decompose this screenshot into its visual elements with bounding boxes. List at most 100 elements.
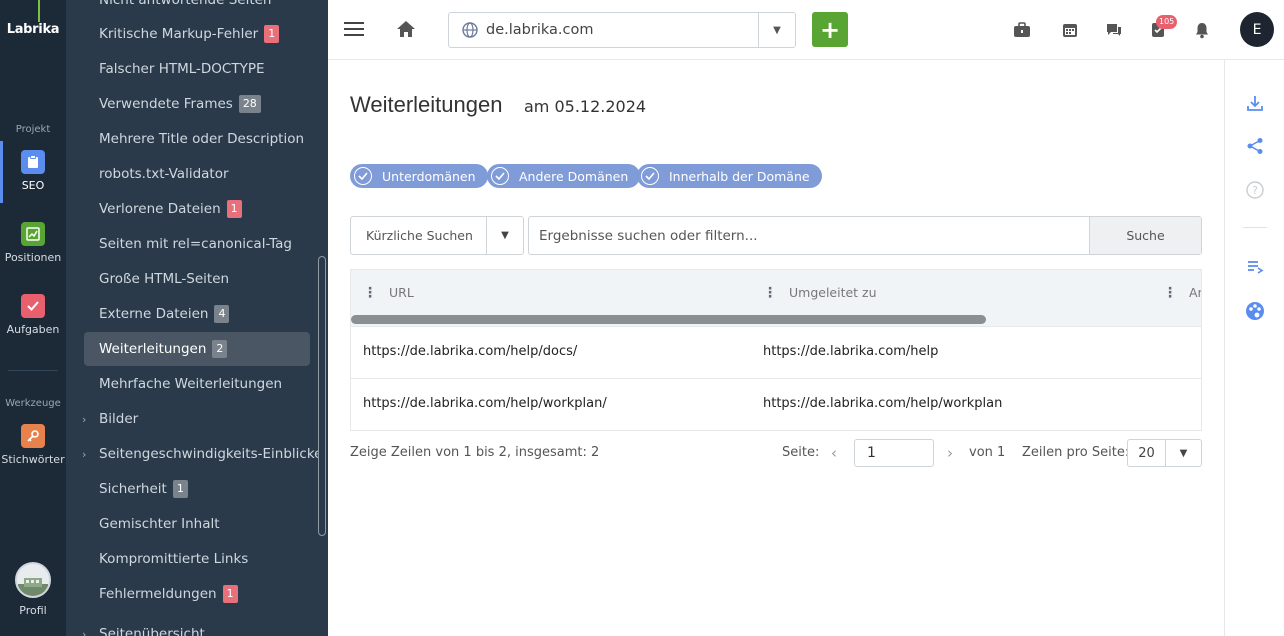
submenu-item-label: Mehrere Title oder Description [99,131,305,147]
chat-icon[interactable] [1104,20,1124,40]
rail-item-positionen[interactable]: Positionen [0,222,66,264]
check-circle-icon [641,167,659,185]
submenu-item-label: Kritische Markup-Fehler [99,26,259,42]
column-header-url[interactable]: ⋮ URL [363,285,414,300]
submenu-item-label: Sicherheit [99,481,167,497]
submenu-item[interactable]: robots.txt-Validator [84,157,310,191]
chevron-down-icon[interactable]: ▼ [1166,448,1201,459]
submenu-item-weiterleitungen[interactable]: Weiterleitungen 2 [84,332,310,366]
submenu-item[interactable]: Mehrfache Weiterleitungen [84,367,310,401]
rows-per-page-label: Zeilen pro Seite: [1022,445,1130,460]
submenu-item[interactable]: Seiten mit rel=canonical-Tag [84,227,310,261]
check-circle-icon [491,167,509,185]
share-icon[interactable] [1245,136,1265,156]
bell-icon[interactable] [1192,20,1212,40]
column-menu-icon[interactable]: ⋮ [763,286,777,300]
cell-url[interactable]: https://de.labrika.com/help/workplan/ [363,396,607,411]
column-header-label: Umgeleitet zu [789,285,877,300]
submenu-item[interactable]: Externe Dateien 4 [84,297,310,331]
submenu-item[interactable]: Gemischter Inhalt [84,507,310,541]
profile-avatar [15,562,51,598]
chevron-down-icon[interactable]: ▼ [487,230,523,241]
submenu-item[interactable]: Kompromittierte Links [84,542,310,576]
table-horizontal-scrollbar[interactable] [351,315,986,324]
filter-chip-andere-domaenen[interactable]: Andere Domänen [487,164,641,188]
submenu-item-label: Große HTML-Seiten [99,271,230,287]
download-icon[interactable] [1245,93,1265,113]
search-input[interactable] [529,217,1089,254]
column-header-label: An [1189,285,1201,300]
rail-item-aufgaben[interactable]: Aufgaben [0,294,66,336]
pagination-summary: Zeige Zeilen von 1 bis 2, insgesamt: 2 [350,445,600,460]
search-bar: Suche [528,216,1202,255]
cell-redirect-target[interactable]: https://de.labrika.com/help/workplan [763,396,1002,411]
home-icon[interactable] [396,20,416,42]
submenu-item[interactable]: Kritische Markup-Fehler 1 [84,17,310,51]
palette-icon[interactable] [1245,301,1265,321]
submenu-item[interactable]: Fehlermeldungen 1 [84,577,310,611]
count-badge: 1 [226,200,242,218]
domain-value: de.labrika.com [486,22,594,38]
chevron-down-icon[interactable]: ▼ [759,25,795,36]
submenu-item[interactable]: Verlorene Dateien 1 [84,192,310,226]
column-header-redirect-target[interactable]: ⋮ Umgeleitet zu [763,285,877,300]
playlist-icon[interactable] [1245,257,1265,277]
cell-redirect-target[interactable]: https://de.labrika.com/help [763,344,938,359]
add-project-button[interactable]: + [812,12,848,47]
seo-submenu: Nicht antwortende Seiten Kritische Marku… [66,0,328,636]
submenu-item[interactable]: Große HTML-Seiten [84,262,310,296]
cell-url[interactable]: https://de.labrika.com/help/docs/ [363,344,577,359]
submenu-scrollbar[interactable] [318,256,326,536]
submenu-item-label: Seiten mit rel=canonical-Tag [99,236,292,252]
domain-select[interactable]: de.labrika.com ▼ [448,12,796,48]
rail-item-profil[interactable]: Profil [0,562,66,617]
submenu-item-label: Verlorene Dateien [99,201,221,217]
rail-item-label: Positionen [4,251,62,264]
rows-per-page-value: 20 [1138,445,1155,461]
submenu-item-label: robots.txt-Validator [99,166,229,182]
checkmark-icon [21,294,45,318]
submenu-item[interactable]: Mehrere Title oder Description [84,122,310,156]
redirects-table: ⋮ URL ⋮ Umgeleitet zu ⋮ An https://de.labri… [350,269,1202,431]
seo-clipboard-icon [21,150,45,174]
rail-item-label: SEO [21,179,45,192]
submenu-item-expandable[interactable]: › Seitengeschwindigkeits-Einblicke [82,437,322,471]
submenu-item[interactable]: Verwendete Frames 28 [84,87,310,121]
user-avatar[interactable]: E [1240,12,1274,47]
submenu-item-expandable[interactable]: › Seitenübersicht [82,617,310,636]
rows-per-page-select[interactable]: 20 ▼ [1127,439,1202,467]
column-header-partial[interactable]: ⋮ An [1163,285,1201,300]
recent-searches-select[interactable]: Kürzliche Suchen ▼ [350,216,524,255]
count-badge: 1 [222,585,238,603]
count-badge: 4 [214,305,230,323]
logo-accent-line [38,0,40,22]
submenu-item-expandable[interactable]: › Bilder [82,402,310,436]
column-menu-icon[interactable]: ⋮ [363,286,377,300]
search-button[interactable]: Suche [1089,217,1201,254]
submenu-item-label: Mehrfache Weiterleitungen [99,376,283,392]
submenu-item[interactable]: Falscher HTML-DOCTYPE [84,52,310,86]
submenu-item-label: Seitengeschwindigkeits-Einblicke [99,446,323,462]
filter-chip-unterdomaenen[interactable]: Unterdomänen [350,164,488,188]
hamburger-menu-icon[interactable] [344,22,364,36]
chevron-right-icon[interactable]: › [947,444,953,462]
key-icon [21,424,45,448]
column-menu-icon[interactable]: ⋮ [1163,286,1177,300]
submenu-item[interactable]: Sicherheit 1 [84,472,310,506]
filter-chip-innerhalb-der-domaene[interactable]: Innerhalb der Domäne [637,164,822,188]
page-number-input[interactable]: 1 [854,439,934,467]
submenu-item-label: Weiterleitungen [99,341,207,357]
chevron-left-icon[interactable]: ‹ [831,444,837,462]
rail-item-seo[interactable]: SEO [0,150,66,192]
rail-item-stichwoerter[interactable]: Stichwörter [0,424,66,466]
top-header: de.labrika.com ▼ + 105 E [328,0,1284,60]
submenu-item-label: Externe Dateien [99,306,209,322]
logo[interactable]: Labrika [0,22,66,37]
chip-label: Unterdomänen [382,168,476,184]
help-icon[interactable]: ? [1245,180,1265,200]
calendar-icon[interactable] [1060,20,1080,40]
count-badge: 1 [172,480,188,498]
section-label-tools: Werkzeuge [5,398,61,409]
submenu-item[interactable]: Nicht antwortende Seiten [84,0,310,17]
briefcase-icon[interactable] [1012,20,1032,40]
